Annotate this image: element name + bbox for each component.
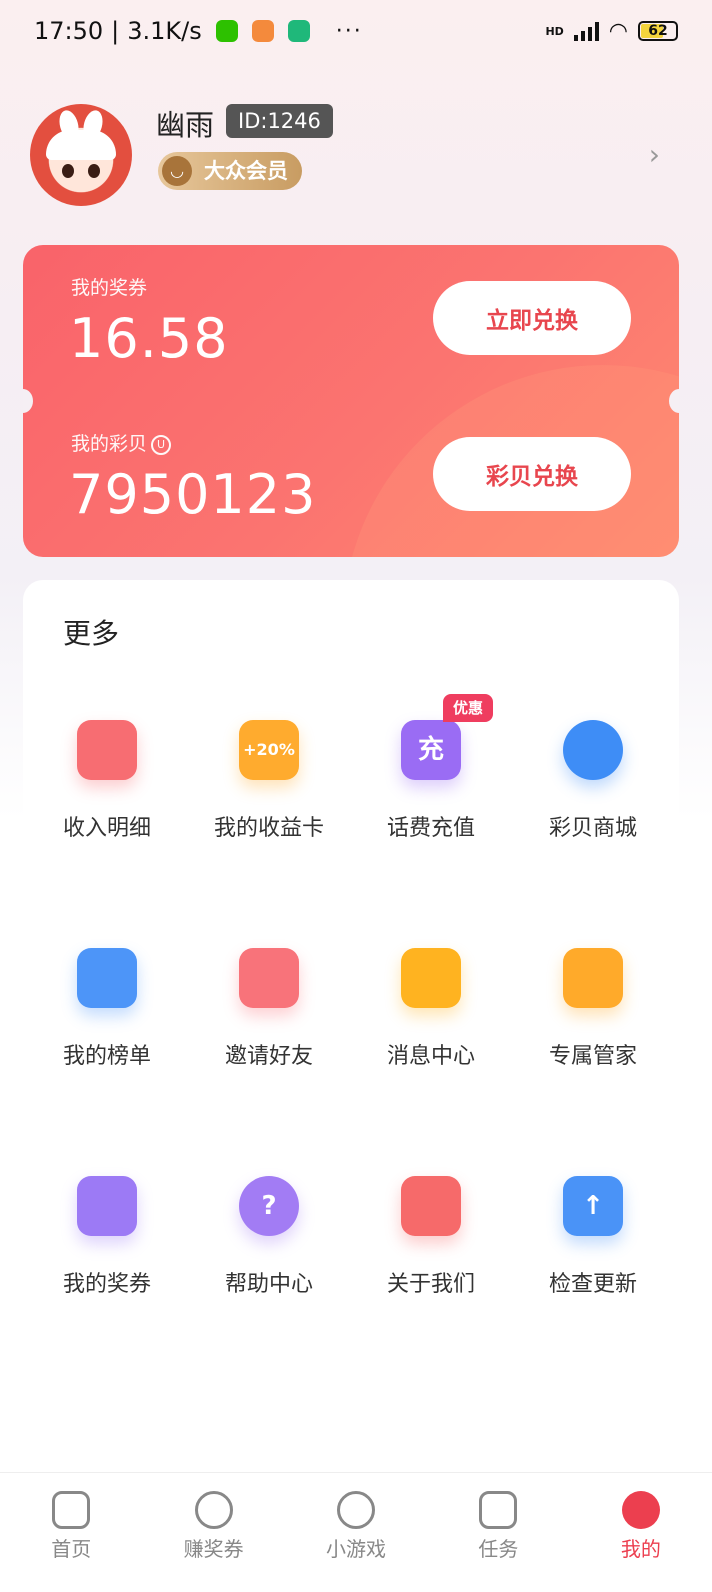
voucher-label: 我的奖券 xyxy=(71,277,148,299)
butler-icon xyxy=(563,948,623,1008)
nav-item-1[interactable]: 首页 xyxy=(0,1473,142,1592)
bell-icon xyxy=(401,948,461,1008)
home-icon xyxy=(52,1491,91,1529)
shield-icon xyxy=(287,20,310,42)
help-icon: ? xyxy=(239,1176,299,1236)
update-arrow-icon-glyph: ↑ xyxy=(582,1191,604,1221)
member-level-label: 大众会员 xyxy=(204,159,288,183)
more-title: 更多 xyxy=(63,617,120,650)
status-net-speed: 3.1K/s xyxy=(127,17,202,45)
nav-label: 首页 xyxy=(51,1537,92,1561)
avatar[interactable] xyxy=(30,104,132,206)
nav-label: 赚奖券 xyxy=(183,1537,244,1561)
menu-item-label: 检查更新 xyxy=(548,1272,637,1297)
menu-item-12[interactable]: ↑ 检查更新 xyxy=(511,1176,675,1326)
nav-label: 小游戏 xyxy=(326,1537,387,1561)
nav-label: 任务 xyxy=(478,1537,519,1561)
menu-item-5[interactable]: 我的榜单 xyxy=(25,948,189,1098)
shell-coin-icon: U xyxy=(151,434,172,455)
battery-icon: 62 xyxy=(638,21,678,41)
wallet-card: 我的奖券 16.58 立即兑换 我的彩贝 U 7950123 彩贝兑换 xyxy=(23,245,679,557)
signal-icon xyxy=(573,21,599,41)
nav-label: 我的 xyxy=(620,1537,661,1561)
shell-exchange-button[interactable]: 彩贝兑换 xyxy=(433,437,631,511)
shell-value: 7950123 xyxy=(69,463,317,526)
menu-item-4[interactable]: 彩贝商城 xyxy=(511,720,675,870)
menu-item-label: 帮助中心 xyxy=(224,1272,313,1297)
hd-indicator: HD xyxy=(545,24,564,38)
invite-envelope-icon xyxy=(239,948,299,1008)
nav-item-3[interactable]: 小游戏 xyxy=(285,1473,427,1592)
username: 幽雨 xyxy=(156,108,215,142)
chevron-right-icon[interactable]: › xyxy=(649,138,660,171)
menu-item-9[interactable]: 我的奖券 xyxy=(25,1176,189,1326)
profile-icon xyxy=(621,1491,660,1529)
shell-mall-icon xyxy=(563,720,623,780)
wifi-icon: ◠ xyxy=(608,18,628,44)
status-divider: | xyxy=(111,17,120,45)
menu-item-11[interactable]: 关于我们 xyxy=(349,1176,513,1326)
menu-item-label: 我的奖券 xyxy=(62,1272,151,1297)
menu-item-10[interactable]: ? 帮助中心 xyxy=(187,1176,351,1326)
more-section: 更多 收入明细 +20% 我的收益卡 充 优惠话费充值 彩贝商城我的榜单 邀请好友 消息中心 专… xyxy=(23,580,679,1460)
menu-item-3[interactable]: 充 优惠话费充值 xyxy=(349,694,513,870)
menu-item-label: 我的榜单 xyxy=(62,1044,151,1069)
menu-item-label: 我的收益卡 xyxy=(213,816,324,841)
profile-header[interactable]: 幽雨 ID:1246 ◡ 大众会员 › xyxy=(30,100,680,210)
app-notification-icon xyxy=(251,20,274,42)
menu-item-2[interactable]: +20% 我的收益卡 xyxy=(187,720,351,870)
status-time: 17:50 xyxy=(34,17,104,45)
game-icon xyxy=(337,1491,376,1529)
more-notifications-icon: ··· xyxy=(335,18,363,44)
status-bar: 17:50 | 3.1K/s ··· HD ◠ 62 xyxy=(0,0,712,62)
promo-badge: 优惠 xyxy=(443,694,494,722)
nav-item-2[interactable]: 赚奖券 xyxy=(142,1473,284,1592)
menu-item-1[interactable]: 收入明细 xyxy=(25,720,189,870)
member-level-badge[interactable]: ◡ 大众会员 xyxy=(158,152,302,190)
menu-item-label: 彩贝商城 xyxy=(548,816,637,841)
menu-item-label: 话费充值 xyxy=(386,816,475,841)
menu-item-label: 专属管家 xyxy=(548,1044,637,1069)
phone-recharge-icon-glyph: 充 xyxy=(417,735,444,765)
menu-item-label: 消息中心 xyxy=(386,1044,475,1069)
calendar-task-icon xyxy=(479,1491,518,1529)
update-arrow-icon: ↑ xyxy=(563,1176,623,1236)
menu-item-label: 邀请好友 xyxy=(224,1044,313,1069)
phone-recharge-icon: 充 xyxy=(401,720,461,780)
ticket-icon xyxy=(77,1176,137,1236)
redeem-voucher-button[interactable]: 立即兑换 xyxy=(433,281,631,355)
voucher-value: 16.58 xyxy=(69,307,229,370)
nav-item-5[interactable]: 我的 xyxy=(570,1473,712,1592)
help-icon-glyph: ? xyxy=(261,1191,277,1221)
bottom-navigation: 首页 赚奖券 小游戏 任务 我的 xyxy=(0,1472,712,1592)
wechat-icon xyxy=(215,20,238,42)
menu-item-label: 收入明细 xyxy=(62,816,151,841)
money-bag-icon xyxy=(194,1491,233,1529)
menu-item-8[interactable]: 专属管家 xyxy=(511,948,675,1098)
shell-label-row: 我的彩贝 U xyxy=(71,429,172,456)
user-id-badge: ID:1246 xyxy=(226,104,333,138)
bonus-card-icon: +20% xyxy=(239,720,299,780)
bonus-card-icon-glyph: +20% xyxy=(243,740,295,759)
menu-item-6[interactable]: 邀请好友 xyxy=(187,948,351,1098)
shell-label: 我的彩贝 xyxy=(71,433,148,455)
battery-level: 62 xyxy=(648,23,668,39)
menu-item-label: 关于我们 xyxy=(386,1272,475,1297)
receipt-icon xyxy=(77,720,137,780)
mascot-icon xyxy=(401,1176,461,1236)
crown-icon: ◡ xyxy=(162,156,192,186)
menu-item-7[interactable]: 消息中心 xyxy=(349,948,513,1098)
ranking-icon xyxy=(77,948,137,1008)
nav-item-4[interactable]: 任务 xyxy=(427,1473,569,1592)
